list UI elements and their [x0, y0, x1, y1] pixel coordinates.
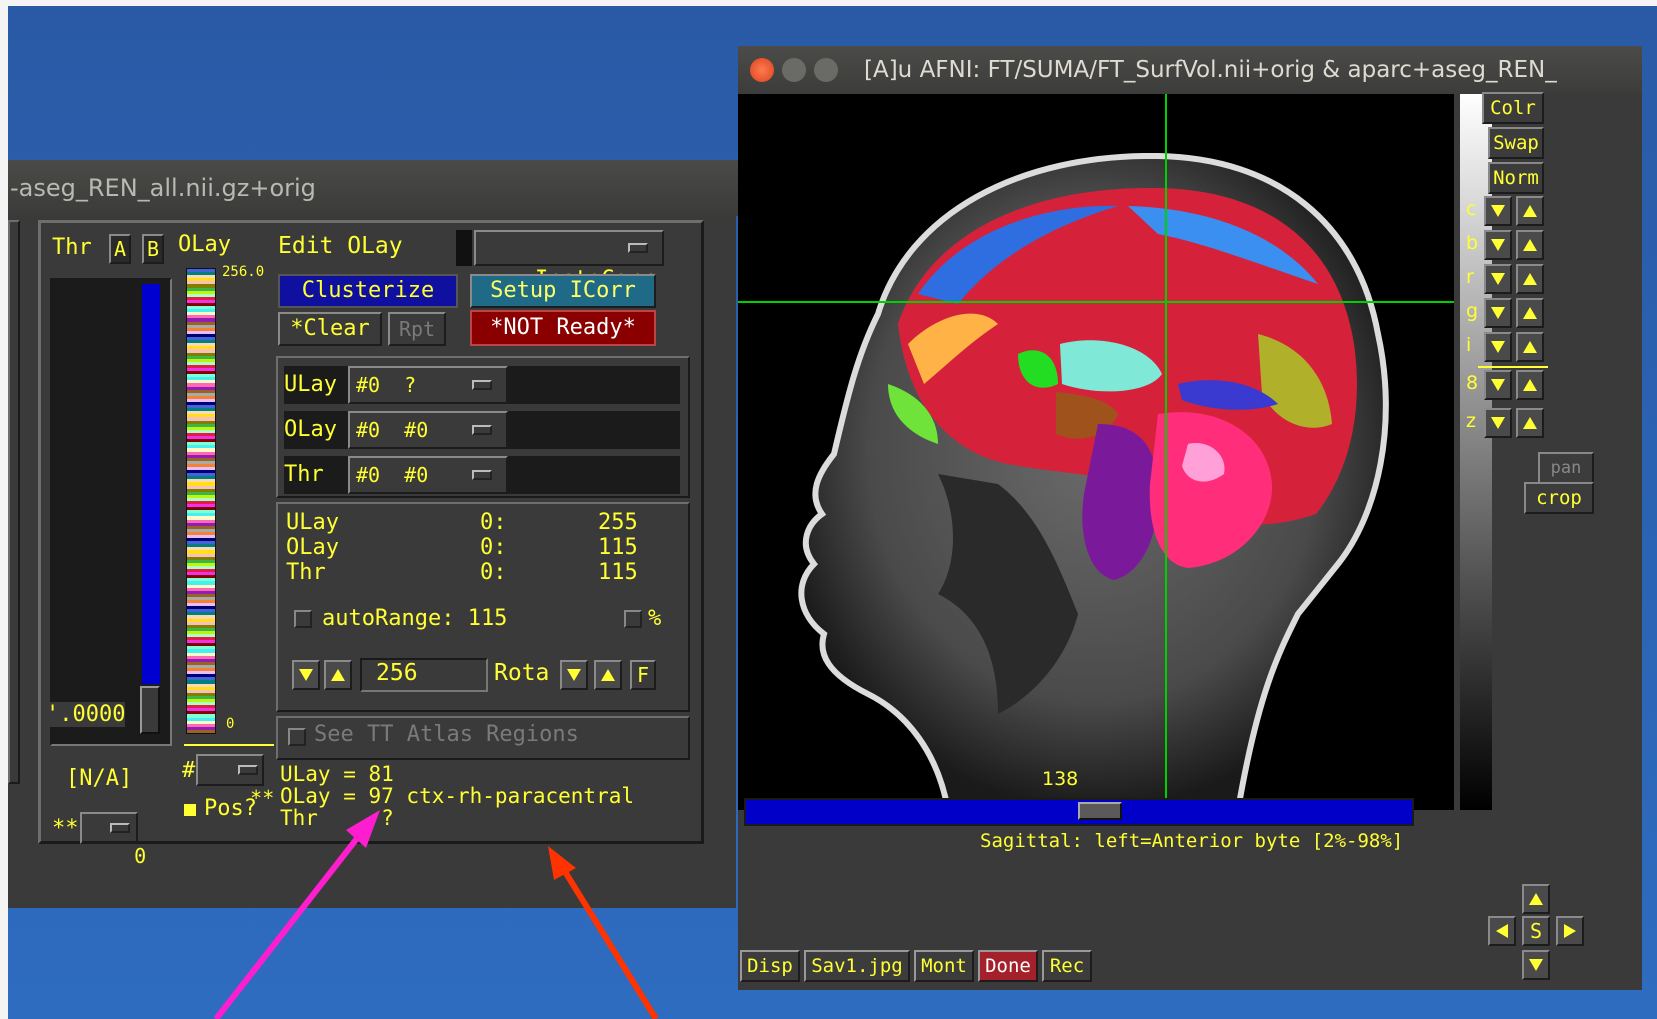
red-arrow-shaft: [561, 868, 659, 1019]
annotation-overlay: [213, 810, 659, 1019]
magenta-arrow-shaft: [213, 830, 365, 1019]
red-arrow-head: [548, 846, 576, 880]
